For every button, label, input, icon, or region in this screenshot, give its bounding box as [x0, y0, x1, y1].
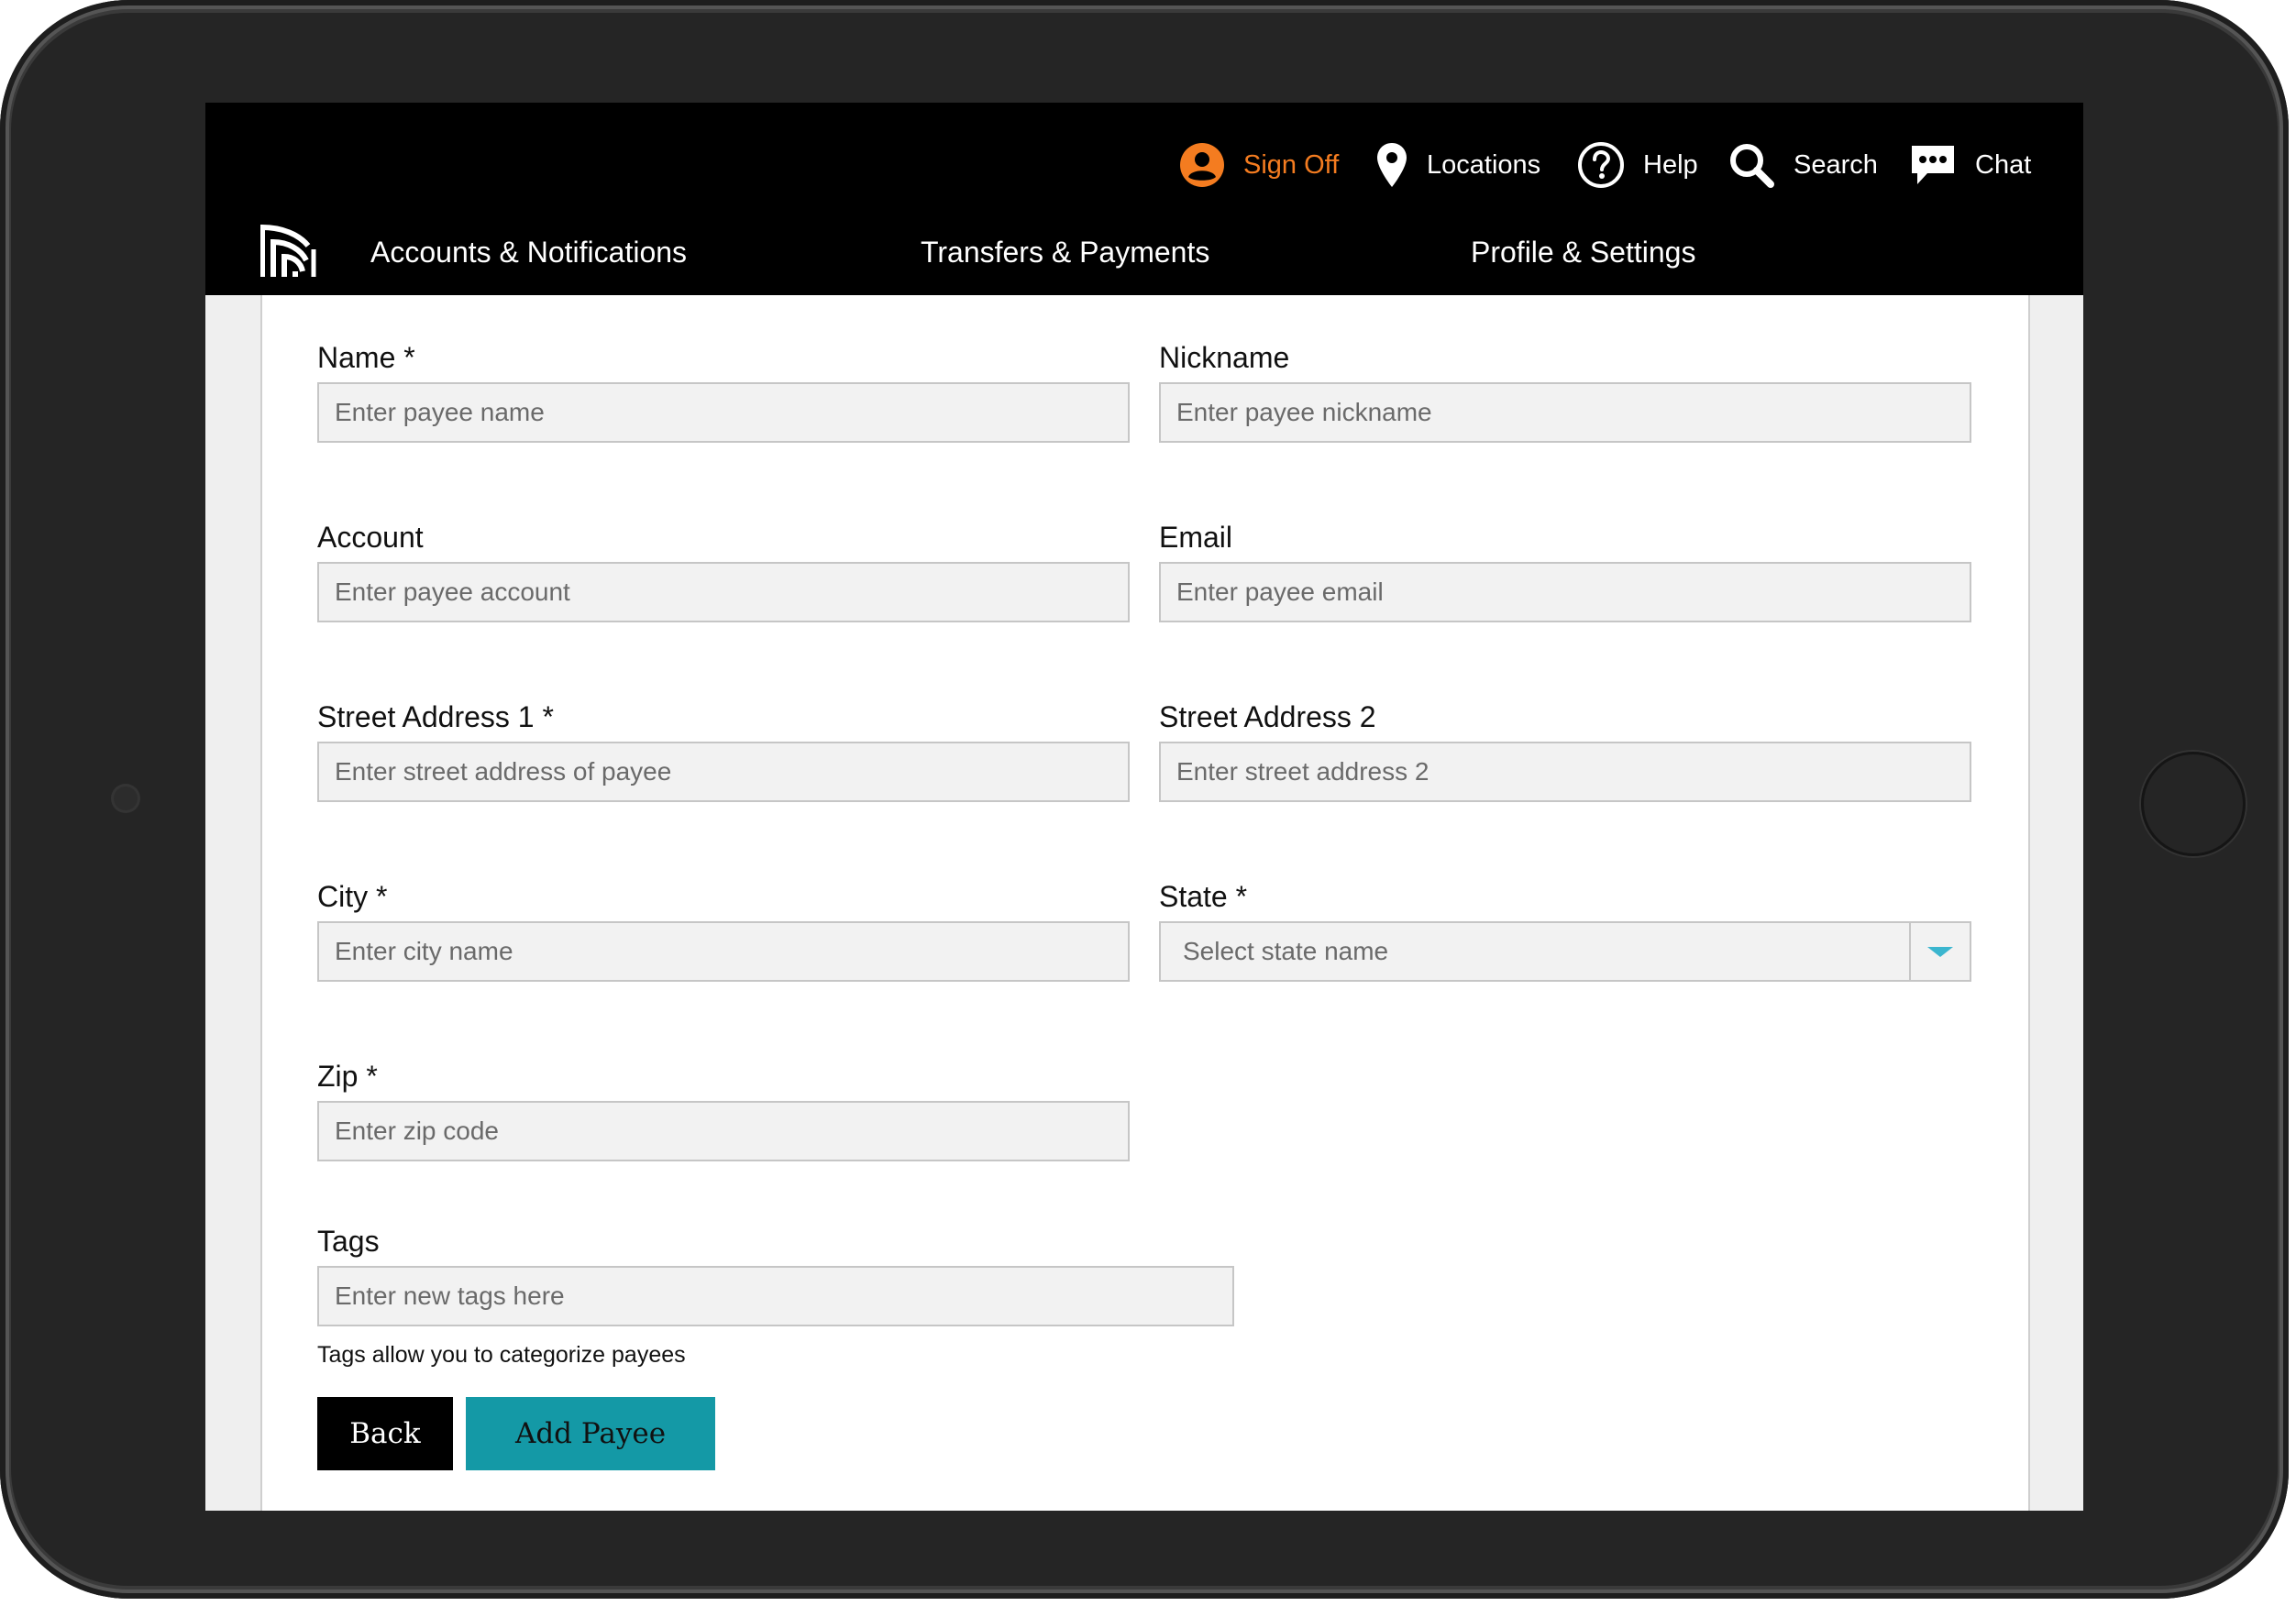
- street2-label: Street Address 2: [1159, 700, 1376, 733]
- tags-input[interactable]: [317, 1266, 1234, 1326]
- sign-off-link[interactable]: Sign Off: [1179, 138, 1339, 192]
- help-label: Help: [1643, 149, 1698, 180]
- select-divider: [1909, 923, 1911, 980]
- app-screen: Sign Off Locations Help Search Chat Acco…: [205, 103, 2083, 1511]
- bank-logo[interactable]: [259, 222, 317, 279]
- help-link[interactable]: Help: [1577, 138, 1698, 192]
- account-input[interactable]: [317, 562, 1130, 622]
- nav-transfers-payments[interactable]: Transfers & Payments: [921, 236, 1209, 270]
- account-label: Account: [317, 521, 424, 554]
- map-pin-icon: [1375, 141, 1408, 189]
- city-input[interactable]: [317, 921, 1130, 982]
- tags-hint: Tags allow you to categorize payees: [317, 1342, 686, 1368]
- nickname-input[interactable]: [1159, 382, 1971, 443]
- nav-accounts-notifications[interactable]: Accounts & Notifications: [370, 236, 687, 270]
- add-payee-form: Name * Nickname Account Email Street Add…: [260, 295, 2030, 1511]
- nickname-label: Nickname: [1159, 341, 1290, 374]
- state-selected-value: Select state name: [1183, 937, 1389, 965]
- email-label: Email: [1159, 521, 1233, 554]
- nav-profile-settings[interactable]: Profile & Settings: [1471, 236, 1695, 270]
- name-label: Name *: [317, 341, 415, 374]
- search-label: Search: [1794, 149, 1878, 180]
- chat-link[interactable]: Chat: [1909, 138, 2031, 192]
- street1-label: Street Address 1 *: [317, 700, 554, 733]
- magnifier-icon: [1728, 141, 1775, 189]
- search-link[interactable]: Search: [1728, 138, 1878, 192]
- zip-input[interactable]: [317, 1101, 1130, 1161]
- camera-icon: [114, 786, 138, 810]
- question-circle-icon: [1577, 141, 1625, 189]
- sign-off-label: Sign Off: [1243, 149, 1340, 180]
- back-button[interactable]: Back: [317, 1397, 453, 1470]
- speech-bubble-icon: [1909, 141, 1957, 189]
- top-bar: Sign Off Locations Help Search Chat Acco…: [205, 103, 2083, 295]
- state-select[interactable]: Select state name: [1159, 921, 1971, 982]
- zip-label: Zip *: [317, 1060, 378, 1093]
- add-payee-button[interactable]: Add Payee: [466, 1397, 715, 1470]
- name-input[interactable]: [317, 382, 1130, 443]
- home-button: [2141, 752, 2246, 856]
- street2-input[interactable]: [1159, 742, 1971, 802]
- state-label: State *: [1159, 880, 1248, 913]
- locations-label: Locations: [1427, 149, 1541, 180]
- user-circle-icon: [1179, 142, 1225, 188]
- email-input[interactable]: [1159, 562, 1971, 622]
- chevron-down-icon[interactable]: [1927, 947, 1953, 957]
- locations-link[interactable]: Locations: [1375, 138, 1540, 192]
- chat-label: Chat: [1975, 149, 2032, 180]
- tags-label: Tags: [317, 1225, 380, 1258]
- city-label: City *: [317, 880, 388, 913]
- street1-input[interactable]: [317, 742, 1130, 802]
